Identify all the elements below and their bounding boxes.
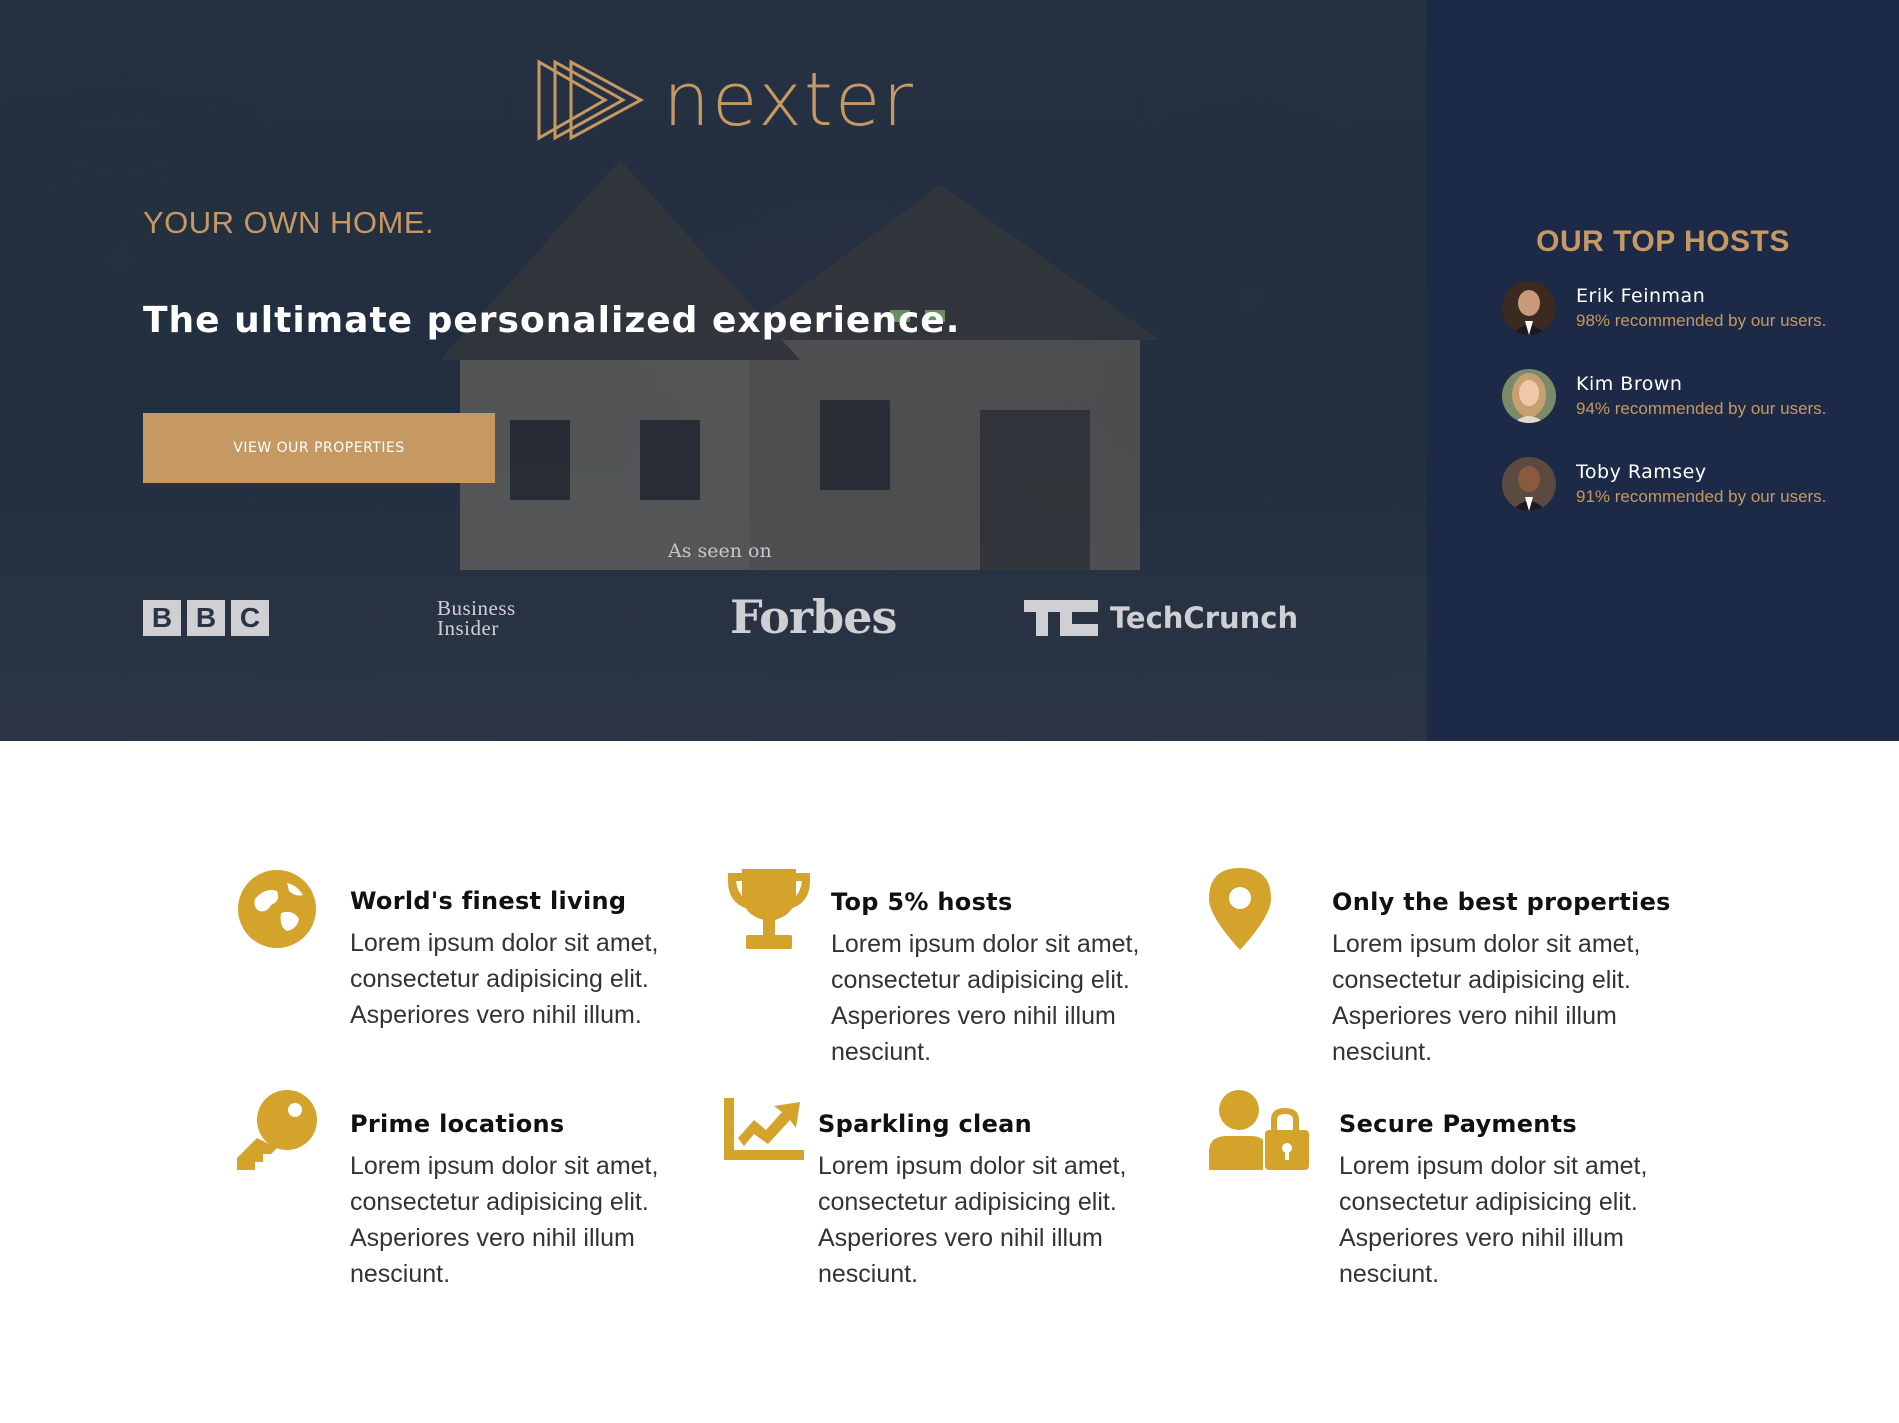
- feature-title: Secure Payments: [1339, 1110, 1578, 1138]
- top-hosts-panel: OUR TOP HOSTS Erik Feinman 98% recommend…: [1427, 0, 1899, 741]
- hero-section: nexter YOUR OWN HOME. The ultimate perso…: [0, 0, 1427, 741]
- business-insider-line: Business: [437, 596, 516, 620]
- seen-on-label: As seen on: [668, 540, 772, 562]
- techcrunch-mark-icon: [1024, 600, 1098, 636]
- host-name: Erik Feinman: [1576, 285, 1706, 307]
- house-background-image: [440, 160, 1160, 570]
- view-properties-button[interactable]: VIEW OUR PROPERTIES: [143, 413, 495, 483]
- feature-title: Prime locations: [350, 1110, 565, 1138]
- feature-line: Asperiores vero nihil illum: [831, 1002, 1116, 1030]
- bbc-letter: B: [143, 600, 181, 636]
- feature-line: consectetur adipisicing elit.: [818, 1188, 1117, 1216]
- key-icon: [237, 1090, 317, 1170]
- globe-icon: [238, 870, 316, 948]
- host-name: Kim Brown: [1576, 373, 1683, 395]
- logo-triangles-icon: [537, 59, 645, 141]
- bbc-logo: B B C: [143, 600, 269, 636]
- feature-title: Only the best properties: [1332, 888, 1671, 916]
- feature-item: Sparkling clean Lorem ipsum dolor sit am…: [724, 1098, 1126, 1292]
- feature-line: consectetur adipisicing elit.: [350, 965, 649, 993]
- host-recommendation: 94% recommended by our users.: [1576, 399, 1827, 418]
- techcrunch-logo: TechCrunch: [1024, 600, 1298, 636]
- feature-item: Only the best properties Lorem ipsum dol…: [1209, 868, 1671, 1070]
- hero-title: The ultimate personalized experience.: [143, 300, 961, 341]
- host-recommendation: 91% recommended by our users.: [1576, 487, 1827, 506]
- hero-kicker: YOUR OWN HOME.: [143, 205, 435, 240]
- feature-title: Sparkling clean: [818, 1110, 1033, 1138]
- business-insider-line: Insider: [437, 616, 499, 640]
- feature-description: Lorem ipsum dolor sit amet, consectetur …: [350, 1148, 658, 1292]
- feature-description: Lorem ipsum dolor sit amet, consectetur …: [831, 926, 1139, 1070]
- trophy-icon: [728, 869, 810, 949]
- feature-description: Lorem ipsum dolor sit amet, consectetur …: [1339, 1148, 1647, 1292]
- map-pin-icon: [1209, 868, 1271, 950]
- feature-line: nesciunt.: [818, 1260, 919, 1288]
- feature-line: Asperiores vero nihil illum.: [350, 1001, 642, 1029]
- host-item[interactable]: Kim Brown 94% recommended by our users.: [1502, 369, 1826, 423]
- feature-title: World's finest living: [350, 887, 627, 915]
- host-avatar: [1502, 457, 1556, 511]
- forbes-logo: Forbes: [730, 590, 897, 644]
- host-avatar: [1502, 281, 1556, 335]
- feature-description: Lorem ipsum dolor sit amet, consectetur …: [350, 925, 658, 1033]
- feature-line: nesciunt.: [831, 1038, 932, 1066]
- feature-line: nesciunt.: [1332, 1038, 1433, 1066]
- feature-line: nesciunt.: [1339, 1260, 1440, 1288]
- top-hosts-title: OUR TOP HOSTS: [1536, 225, 1790, 258]
- host-item[interactable]: Toby Ramsey 91% recommended by our users…: [1502, 457, 1826, 511]
- feature-line: Lorem ipsum dolor sit amet,: [1339, 1152, 1648, 1180]
- feature-line: Lorem ipsum dolor sit amet,: [818, 1152, 1127, 1180]
- feature-line: consectetur adipisicing elit.: [1339, 1188, 1638, 1216]
- feature-line: consectetur adipisicing elit.: [350, 1188, 649, 1216]
- feature-item: World's finest living Lorem ipsum dolor …: [237, 869, 658, 1033]
- feature-item: Prime locations Lorem ipsum dolor sit am…: [237, 1090, 658, 1292]
- logo-wordmark: nexter: [663, 57, 915, 143]
- feature-line: Asperiores vero nihil illum: [1339, 1224, 1624, 1252]
- feature-description: Lorem ipsum dolor sit amet, consectetur …: [1332, 926, 1671, 1070]
- feature-line: Lorem ipsum dolor sit amet,: [831, 930, 1140, 958]
- host-item[interactable]: Erik Feinman 98% recommended by our user…: [1502, 281, 1826, 335]
- feature-line: Asperiores vero nihil illum: [1332, 1002, 1617, 1030]
- bbc-letter: C: [231, 600, 269, 636]
- host-name: Toby Ramsey: [1576, 461, 1707, 483]
- feature-item: Secure Payments Lorem ipsum dolor sit am…: [1209, 1090, 1647, 1292]
- host-recommendation: 98% recommended by our users.: [1576, 311, 1827, 330]
- feature-title: Top 5% hosts: [831, 888, 1013, 916]
- nexter-logo[interactable]: nexter: [535, 58, 915, 142]
- feature-line: Asperiores vero nihil illum: [818, 1224, 1103, 1252]
- chart-line-icon: [724, 1098, 804, 1160]
- feature-line: Asperiores vero nihil illum: [350, 1224, 635, 1252]
- feature-item: Top 5% hosts Lorem ipsum dolor sit amet,…: [724, 867, 1139, 1070]
- techcrunch-wordmark: TechCrunch: [1110, 601, 1299, 635]
- feature-description: Lorem ipsum dolor sit amet, consectetur …: [818, 1148, 1126, 1292]
- bbc-letter: B: [187, 600, 225, 636]
- feature-line: consectetur adipisicing elit.: [831, 966, 1130, 994]
- user-lock-icon: [1209, 1090, 1309, 1170]
- feature-line: Lorem ipsum dolor sit amet,: [350, 1152, 659, 1180]
- business-insider-logo: Business Insider: [437, 596, 516, 640]
- feature-line: consectetur adipisicing elit.: [1332, 966, 1631, 994]
- feature-line: nesciunt.: [350, 1260, 451, 1288]
- host-avatar: [1502, 369, 1556, 423]
- feature-line: Lorem ipsum dolor sit amet,: [350, 929, 659, 957]
- feature-line: Lorem ipsum dolor sit amet,: [1332, 930, 1641, 958]
